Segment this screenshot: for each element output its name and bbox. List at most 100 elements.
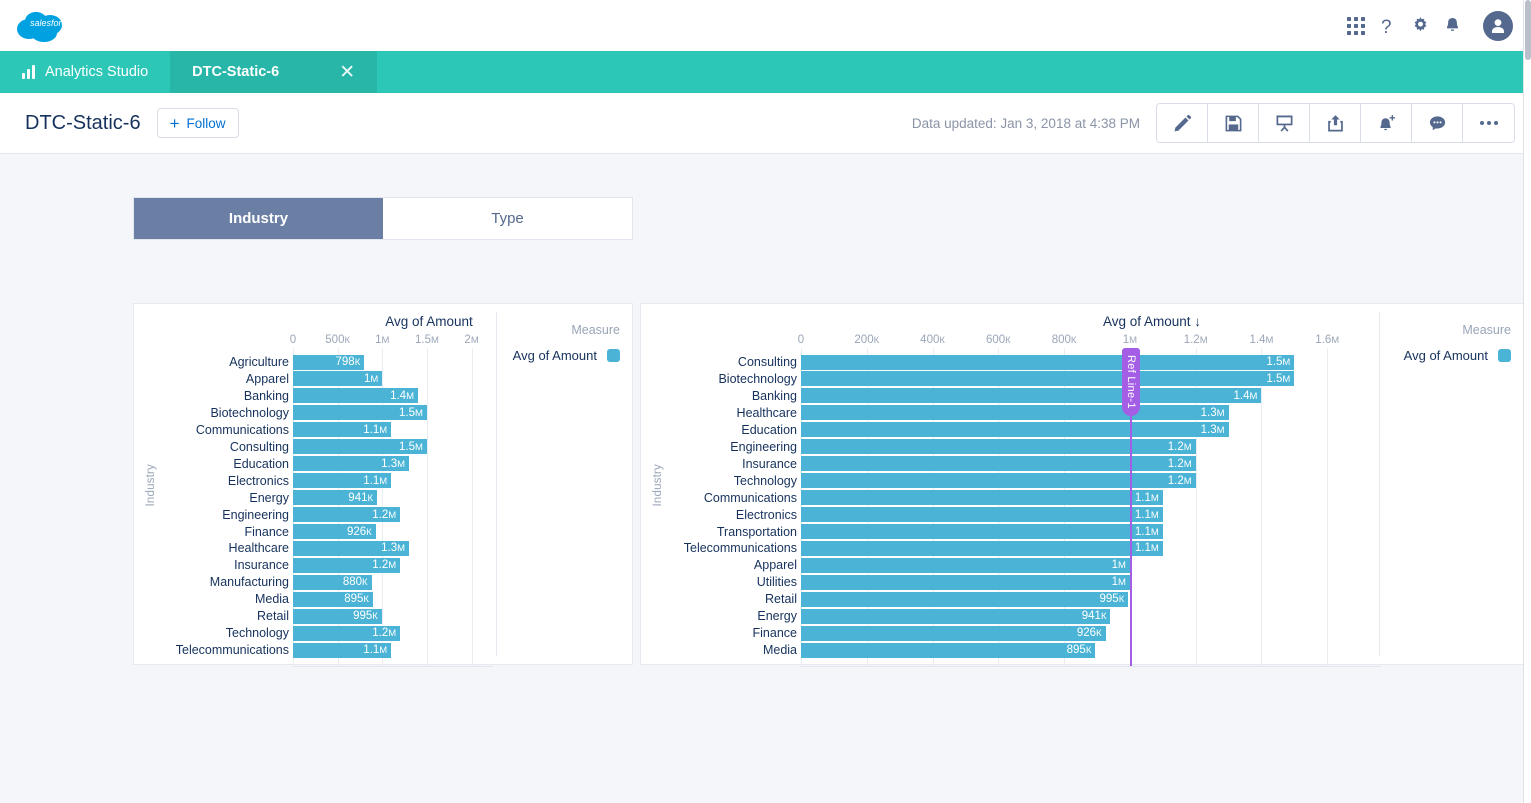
bar[interactable] [801,422,1229,438]
page-header: DTC-Static-6 + Follow Data updated: Jan … [0,93,1531,154]
category-label: Utilities [756,575,797,590]
category-label: Finance [752,626,797,641]
x-axis-tick-label: 800К [1051,334,1077,346]
category-label: Transportation [716,524,797,539]
bar-value-label: 895К [344,593,369,606]
page-scrollbar-thumb[interactable] [1525,0,1531,60]
gear-icon[interactable] [1411,16,1430,35]
widget-industry-chart-unsorted[interactable]: Avg of Amount Measure Avg of Amount Indu… [133,303,633,667]
bar-value-label: 1.2М [1167,474,1192,487]
category-label: Banking [243,388,289,403]
salesforce-logo[interactable]: salesforce [14,5,74,47]
widget-industry-chart-sorted[interactable]: Avg of Amount ↓ Measure Avg of Amount In… [640,303,1524,667]
bar-value-label: 941К [1081,610,1107,623]
follow-button[interactable]: + Follow [156,108,239,138]
bar-value-label: 1М [1111,559,1126,572]
category-label: Biotechnology [210,405,289,420]
bar-value-label: 1.2М [372,508,397,521]
bar[interactable] [801,591,1129,607]
bar-value-label: 1.1М [363,644,388,657]
x-axis-tick-label: 1.6М [1315,334,1340,346]
category-label: Telecommunications [683,541,797,556]
x-axis-tick-label: 500К [325,334,351,346]
x-axis-tick-label: 1М [1122,334,1138,346]
tab-dtc-static-6[interactable]: DTC-Static-6 ✕ [170,51,378,93]
category-label: Finance [244,524,289,539]
gridline [426,348,428,666]
page-title: DTC-Static-6 [25,111,141,134]
bar-value-label: 1.3М [381,457,406,470]
bar-value-label: 1.2М [372,627,397,640]
bar-value-label: 1.3М [1200,406,1225,419]
toggle-tab-industry[interactable]: Industry [134,198,383,239]
bell-icon[interactable] [1444,16,1461,35]
bar-value-label: 880К [342,576,368,589]
x-axis-baseline [801,666,1381,667]
close-icon[interactable]: ✕ [327,63,355,82]
edit-button[interactable] [1157,104,1208,142]
x-axis-tick-label: 200К [854,334,880,346]
bar[interactable] [801,456,1196,472]
svg-text:salesforce: salesforce [30,18,71,28]
bar-value-label: 1.1М [1134,542,1159,555]
bar[interactable] [801,388,1262,404]
bar-value-label: 1.2М [1167,457,1192,470]
follow-button-label: Follow [186,115,226,131]
bar-value-label: 1М [363,372,379,385]
bar[interactable] [801,354,1295,370]
bar-chart-icon [22,65,35,79]
app-launcher-icon[interactable] [1347,16,1365,35]
reference-line-label[interactable]: Ref Line-1 [1121,348,1140,416]
category-label: Energy [757,609,797,624]
bar-value-label: 926К [346,525,372,538]
page-header-right: Data updated: Jan 3, 2018 at 4:38 PM [912,103,1515,143]
help-icon[interactable]: ? [1379,16,1397,36]
category-label: Telecommunications [175,643,289,658]
category-label: Healthcare [228,541,289,556]
category-label: Electronics [735,507,797,522]
bar[interactable] [801,557,1130,573]
present-button[interactable] [1259,104,1310,142]
category-label: Apparel [753,558,797,573]
bar-value-label: 1.2М [372,559,397,572]
bar[interactable] [801,439,1196,455]
svg-text:?: ? [1381,17,1392,36]
bar[interactable] [801,405,1229,421]
bar[interactable] [801,371,1295,387]
x-axis-tick-label: 2М [464,334,479,346]
page-scrollbar[interactable] [1523,0,1531,803]
left-plot-area[interactable]: 0 500К 1М 1.5М 2М Agriculture 798К Apparel 1М Ban… [134,304,632,667]
bar[interactable] [801,524,1163,539]
bar-value-label: 1.1М [1134,508,1159,521]
subscribe-button[interactable] [1361,104,1412,142]
tab-analytics-studio[interactable]: Analytics Studio [0,51,170,93]
x-axis-tick-label: 1.2М [1183,334,1208,346]
toggle-tab-type[interactable]: Type [383,198,632,239]
category-label: Technology [733,473,797,488]
category-label: Energy [249,490,289,505]
share-button[interactable] [1310,104,1361,142]
save-button[interactable] [1208,104,1259,142]
chatter-button[interactable] [1412,104,1463,142]
more-button[interactable] [1463,104,1514,142]
bar[interactable] [801,507,1163,523]
bar-value-label: 895К [1066,644,1092,657]
x-axis-tick-label: 600К [985,334,1011,346]
category-label: Retail [257,609,289,624]
bar[interactable] [801,490,1163,506]
avatar[interactable] [1483,10,1513,41]
dashboard-body: Industry Type Avg of Amount Measure Avg … [0,154,1531,803]
bar-value-label: 995К [1099,593,1125,606]
bar[interactable] [801,540,1163,556]
bar-value-label: 926К [1076,627,1102,640]
right-plot-area[interactable]: 0 200К 400К 600К 800К 1М 1.2М 1.4М 1.6М Consultin… [641,304,1523,667]
tab-dtc-static-6-label: DTC-Static-6 [192,64,280,80]
bar[interactable] [801,473,1196,489]
bar-value-label: 1.5М [399,440,423,453]
category-label: Engineering [222,507,289,522]
bar[interactable] [801,574,1130,590]
tab-analytics-studio-label: Analytics Studio [45,64,149,80]
bar-value-label: 1.4М [390,389,415,402]
dashboard-toggle-tabs: Industry Type [133,197,633,240]
x-axis-tick-label: 1М [375,334,390,346]
